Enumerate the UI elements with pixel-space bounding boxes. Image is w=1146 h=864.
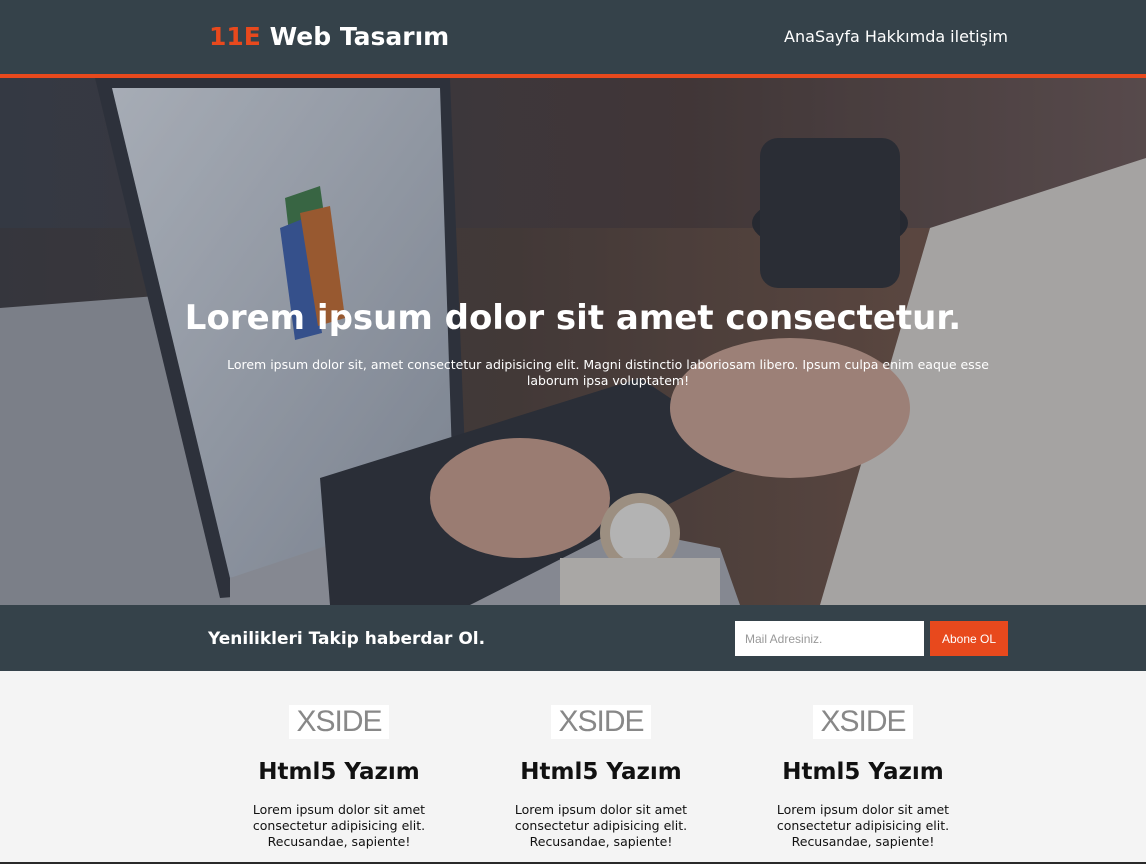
hero-description: Lorem ipsum dolor sit, amet consectetur …: [227, 357, 989, 388]
feature-title: Html5 Yazım: [258, 759, 420, 785]
brand-logo[interactable]: 11E Web Tasarım: [209, 20, 449, 54]
nav-link-home[interactable]: AnaSayfa: [784, 26, 860, 48]
xside-logo: XSIDE: [289, 705, 389, 739]
feature-title: Html5 Yazım: [782, 759, 944, 785]
feature-text: Lorem ipsum dolor sit amet consectetur a…: [776, 802, 950, 849]
feature-text: Lorem ipsum dolor sit amet consectetur a…: [514, 802, 688, 849]
hero-title: Lorem ipsum dolor sit amet consectetur.: [184, 298, 962, 338]
hero-showcase: Lorem ipsum dolor sit amet consectetur. …: [0, 78, 1146, 605]
email-input[interactable]: [735, 621, 924, 656]
feature-text: Lorem ipsum dolor sit amet consectetur a…: [252, 802, 426, 849]
main-nav: AnaSayfa Hakkımda iletişim: [784, 26, 1008, 48]
nav-link-contact[interactable]: iletişim: [950, 26, 1008, 48]
newsletter-bar: Yenilikleri Takip haberdar Ol. Abone OL: [0, 605, 1146, 671]
nav-link-about[interactable]: Hakkımda: [865, 26, 945, 48]
brand-name: Web Tasarım: [260, 22, 450, 51]
feature-title: Html5 Yazım: [520, 759, 682, 785]
site-header: 11E Web Tasarım AnaSayfa Hakkımda iletiş…: [0, 0, 1146, 74]
newsletter-heading: Yenilikleri Takip haberdar Ol.: [208, 629, 486, 649]
brand-accent: 11E: [209, 22, 261, 51]
subscribe-button[interactable]: Abone OL: [930, 621, 1008, 656]
xside-logo: XSIDE: [813, 705, 913, 739]
xside-logo: XSIDE: [551, 705, 651, 739]
feature-boxes: XSIDE Html5 Yazım Lorem ipsum dolor sit …: [0, 671, 1146, 864]
hero-overlay: [0, 78, 1146, 605]
